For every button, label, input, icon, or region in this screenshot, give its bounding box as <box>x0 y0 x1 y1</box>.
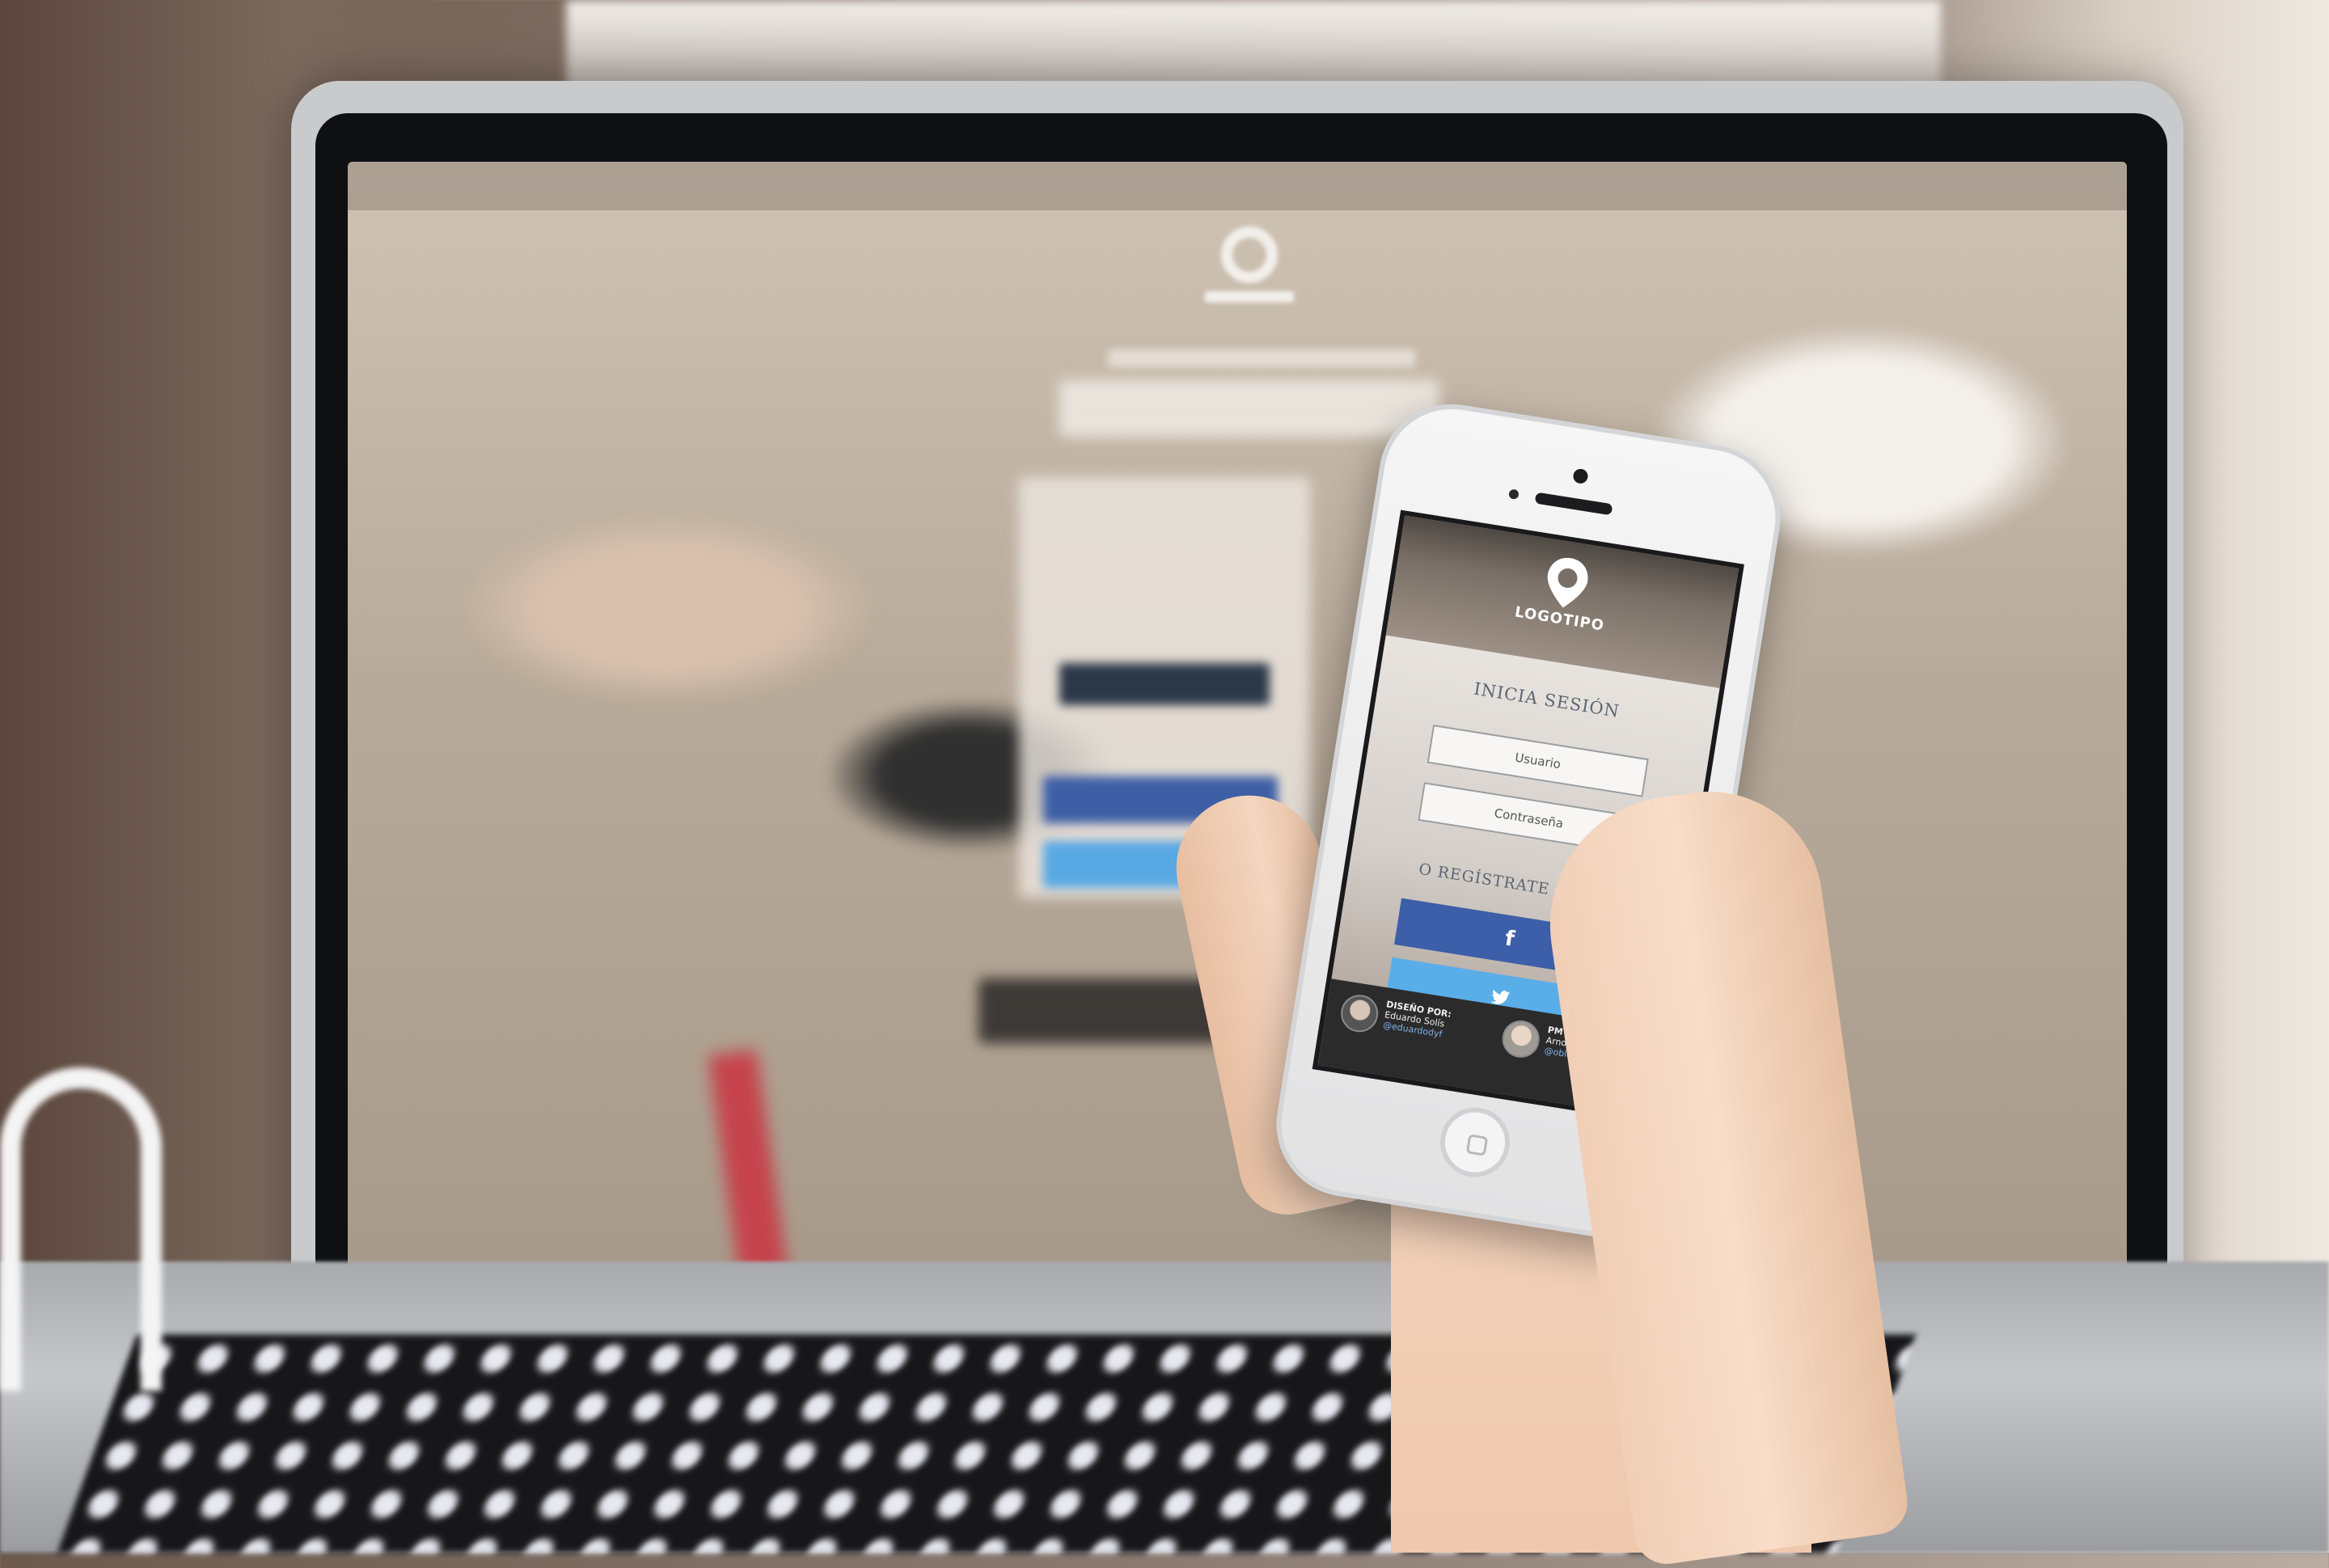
phone-speaker <box>1534 492 1613 516</box>
laptop-screen-topbar <box>348 162 2127 210</box>
background-mug-handle <box>0 1067 162 1391</box>
laptop-logo-text <box>1205 291 1294 302</box>
home-button[interactable] <box>1435 1102 1515 1182</box>
phone-camera <box>1572 467 1589 485</box>
laptop-headline <box>1059 380 1439 437</box>
home-square-icon <box>1465 1134 1489 1156</box>
phone-sensor <box>1508 488 1520 501</box>
avatar <box>1338 991 1381 1035</box>
laptop-login-button <box>1059 663 1270 705</box>
username-input[interactable]: Usuario <box>1427 725 1649 797</box>
location-pin-icon <box>1547 557 1588 608</box>
laptop-logo-icon <box>1221 226 1278 283</box>
avatar <box>1499 1017 1542 1061</box>
facebook-icon: f <box>1503 926 1516 952</box>
laptop-heading <box>1108 349 1415 367</box>
credit-designer: DISEÑO POR: Eduardo Solís @eduardodyf <box>1382 999 1452 1040</box>
